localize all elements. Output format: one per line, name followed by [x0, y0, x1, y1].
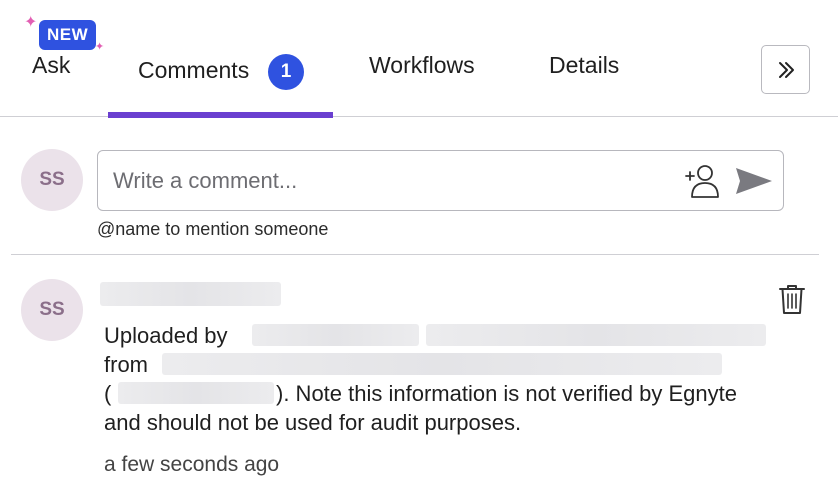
comment-text-segment: ). Note this information is not verified… [276, 381, 737, 406]
avatar: SS [21, 149, 83, 211]
redacted-author-name [100, 282, 281, 306]
redacted-text [252, 324, 419, 346]
send-button[interactable] [734, 165, 774, 197]
avatar: SS [21, 279, 83, 341]
active-tab-indicator [108, 112, 333, 118]
comment-text-segment: from [104, 352, 148, 377]
comment-text-segment: Uploaded by [104, 323, 228, 348]
comment-line: Uploaded by [104, 321, 814, 350]
tab-bar: ✦ NEW ✦ Ask Comments 1 Workflows Details [0, 0, 838, 118]
comment-line: and should not be used for audit purpose… [104, 408, 814, 437]
divider [11, 254, 819, 255]
add-user-icon [685, 165, 719, 198]
comment-box [97, 150, 784, 211]
tab-workflows-label: Workflows [369, 52, 475, 78]
new-badge: NEW [39, 20, 97, 50]
tab-workflows[interactable]: Workflows [369, 0, 499, 117]
tab-ask-label: Ask [32, 52, 71, 78]
tab-comments[interactable]: Comments 1 [108, 0, 333, 118]
comment-text-segment: and should not be used for audit purpose… [104, 410, 522, 435]
redacted-text [162, 353, 722, 375]
delete-comment-button[interactable] [778, 283, 806, 315]
redacted-text [118, 382, 274, 404]
tab-comments-label: Comments [138, 57, 250, 83]
tab-details[interactable]: Details [549, 0, 639, 117]
mention-user-button[interactable] [683, 163, 723, 199]
comment-line: from [104, 350, 814, 379]
tab-ask[interactable]: ✦ NEW ✦ Ask [22, 0, 112, 117]
trash-icon [779, 285, 805, 314]
comment-text-segment: ( [104, 381, 112, 406]
comments-panel: ✦ NEW ✦ Ask Comments 1 Workflows Details… [0, 0, 838, 494]
double-chevron-right-icon [778, 61, 794, 78]
comment-text: Uploaded by from ( ). Note this informat… [104, 321, 814, 437]
mention-hint: @name to mention someone [97, 219, 329, 239]
comment-count-badge: 1 [268, 54, 304, 90]
comment-timestamp: a few seconds ago [104, 453, 280, 476]
send-icon [736, 168, 772, 194]
sparkle-icon: ✦ [95, 41, 105, 53]
redacted-text [426, 324, 766, 346]
expand-panel-button[interactable] [761, 45, 810, 94]
sparkle-icon: ✦ [24, 14, 38, 31]
tab-details-label: Details [549, 52, 620, 78]
comment-input[interactable] [98, 151, 668, 210]
comment-line: ( ). Note this information is not verifi… [104, 379, 814, 408]
